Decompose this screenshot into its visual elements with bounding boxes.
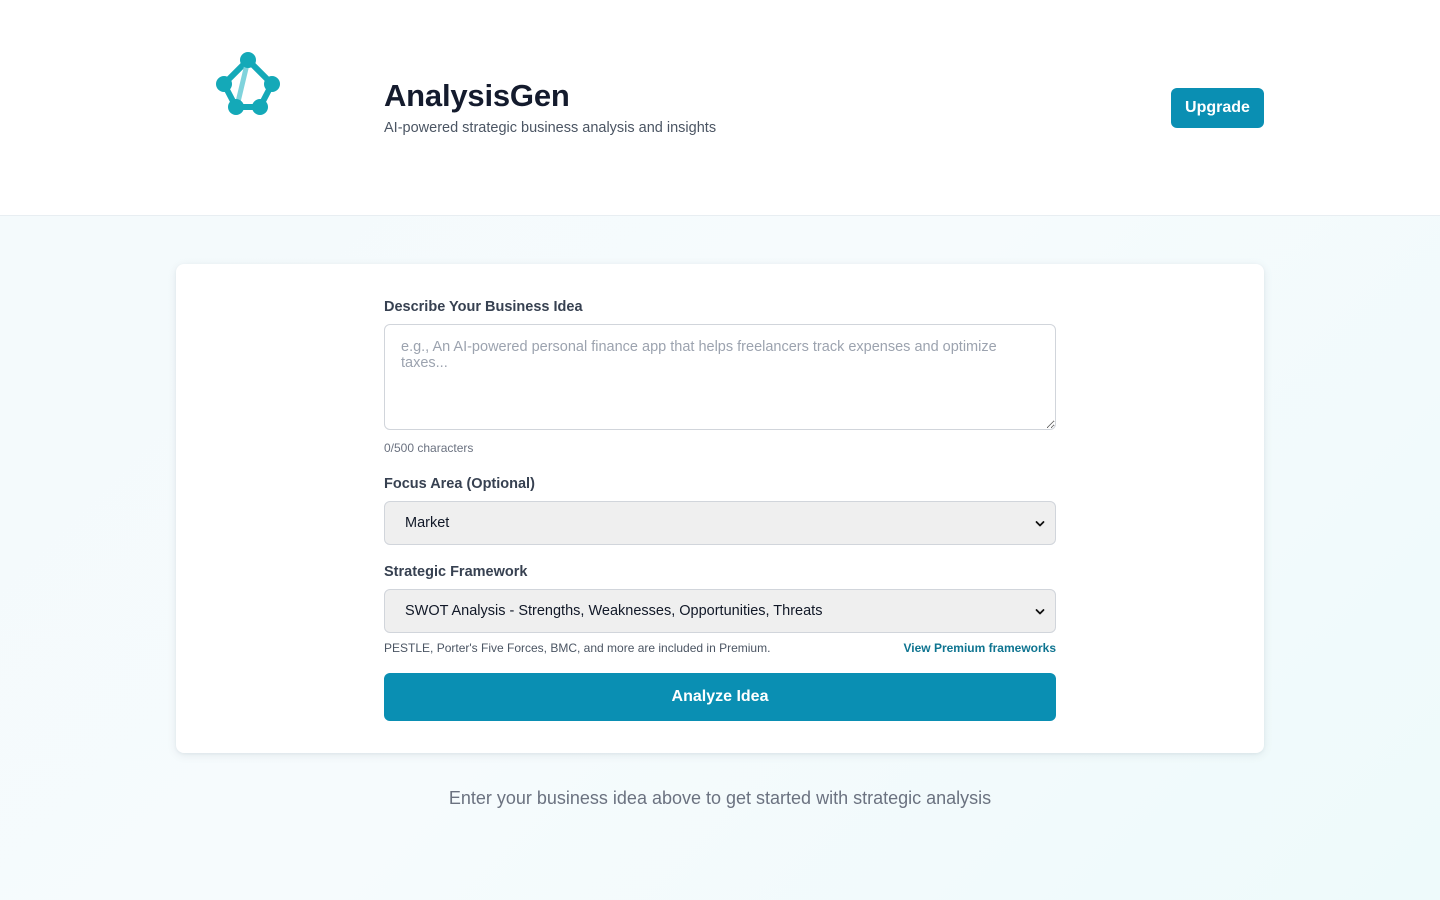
focus-area-select[interactable]: Market	[384, 501, 1056, 545]
upgrade-button[interactable]: Upgrade	[1171, 88, 1264, 128]
chevron-down-icon	[1035, 521, 1045, 527]
network-polygon-icon	[216, 52, 280, 115]
view-premium-link[interactable]: View Premium frameworks	[903, 641, 1056, 655]
app-subtitle: AI-powered strategic business analysis a…	[384, 120, 717, 136]
chevron-down-icon	[1035, 609, 1045, 615]
brand: AnalysisGen AI-powered strategic busines…	[384, 78, 716, 137]
idea-textarea[interactable]	[384, 324, 1056, 430]
framework-label: Strategic Framework	[384, 564, 528, 580]
idea-label: Describe Your Business Idea	[384, 299, 583, 315]
app-title: AnalysisGen	[384, 78, 570, 113]
analyze-button[interactable]: Analyze Idea	[384, 673, 1056, 721]
framework-select[interactable]: SWOT Analysis - Strengths, Weaknesses, O…	[384, 589, 1056, 633]
focus-area-label: Focus Area (Optional)	[384, 476, 535, 492]
app-header: AnalysisGen AI-powered strategic busines…	[0, 0, 1440, 216]
char-count: 0/500 characters	[384, 441, 474, 455]
analysis-form-card: Describe Your Business Idea 0/500 charac…	[176, 264, 1264, 753]
framework-hint: PESTLE, Porter's Five Forces, BMC, and m…	[384, 641, 771, 655]
framework-value: SWOT Analysis - Strengths, Weaknesses, O…	[405, 603, 823, 619]
focus-area-value: Market	[405, 515, 450, 531]
empty-state-message: Enter your business idea above to get st…	[448, 788, 992, 808]
